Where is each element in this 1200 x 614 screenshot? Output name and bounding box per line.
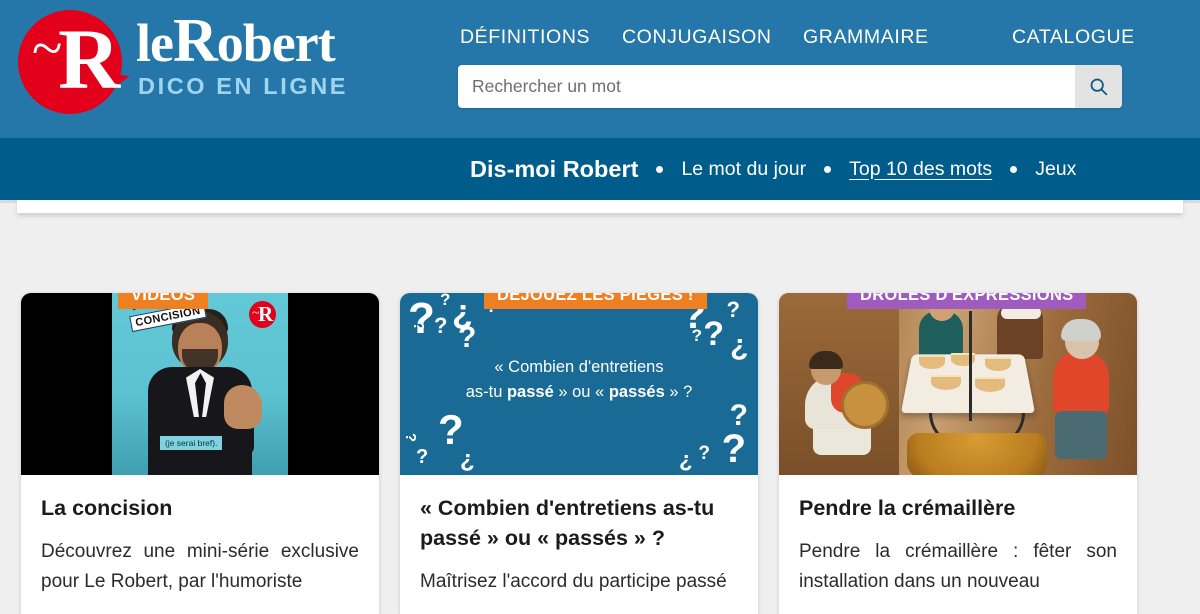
decorative-question-mark: ? bbox=[440, 293, 451, 309]
watermark-letter: R bbox=[258, 302, 274, 326]
decorative-question-mark: ? bbox=[698, 443, 710, 464]
decorative-question-mark: ? bbox=[460, 448, 475, 475]
card-description: Pendre la crémaillère : fêter son instal… bbox=[799, 541, 1117, 592]
search-icon bbox=[1088, 76, 1109, 97]
painting-bowl bbox=[919, 355, 945, 369]
painting-bowl bbox=[975, 377, 1005, 392]
painting-figure-right-hair bbox=[1061, 319, 1101, 341]
video-subtitle: (je serai bref). bbox=[160, 436, 223, 450]
site-logo[interactable]: ~ R leRobert DICO EN LIGNE bbox=[14, 4, 364, 124]
decorative-question-mark: ? bbox=[721, 427, 746, 471]
nav-item-conjugaison[interactable]: CONJUGAISON bbox=[622, 26, 772, 49]
search-input[interactable] bbox=[458, 65, 1075, 108]
card-media-video-thumbnail: Définition CONCISION (je serai bref). ~ … bbox=[21, 293, 379, 475]
card-dejouez-les-pieges[interactable]: DÉJOUEZ LES PIÈGES ! ? ? ? ? ? ? ? ? ? ?… bbox=[400, 293, 758, 614]
card-title[interactable]: La concision bbox=[41, 493, 359, 523]
nav-item-grammaire[interactable]: GRAMMAIRE bbox=[803, 26, 929, 49]
card-badge: DÉJOUEZ LES PIÈGES ! bbox=[484, 293, 707, 309]
site-header: ~ R leRobert DICO EN LIGNE DÉFINITIONS C… bbox=[0, 0, 1200, 138]
card-videos[interactable]: VIDÉOS Définition CONCISION (je serai br… bbox=[21, 293, 379, 614]
content-shelf bbox=[17, 200, 1183, 213]
media-caption-line-2: as-tu passé » ou « passés » ? bbox=[426, 380, 732, 405]
search-bar bbox=[458, 65, 1122, 108]
subnav-title[interactable]: Dis-moi Robert bbox=[470, 156, 638, 183]
logo-wordmark: leRobert DICO EN LIGNE bbox=[136, 7, 366, 99]
painting-pot-hook bbox=[969, 311, 972, 421]
subnav-item-jeux[interactable]: Jeux bbox=[1035, 158, 1076, 181]
painting-figure-left-hair bbox=[809, 351, 843, 369]
media-caption-line-1: « Combien d'entretiens bbox=[494, 358, 664, 376]
painting-cauldron bbox=[907, 433, 1047, 475]
card-body: Pendre la crémaillère Pendre la crémaill… bbox=[779, 475, 1137, 597]
nav-item-catalogue[interactable]: CATALOGUE bbox=[1012, 26, 1135, 49]
separator-dot bbox=[656, 165, 664, 173]
separator-dot bbox=[1010, 165, 1018, 173]
card-badge: DRÔLES D'EXPRESSIONS bbox=[847, 293, 1087, 309]
card-grid: VIDÉOS Définition CONCISION (je serai br… bbox=[21, 293, 1181, 614]
painting-figure-right-legs bbox=[1055, 411, 1107, 459]
logo-brand-tagline: DICO EN LIGNE bbox=[138, 73, 349, 99]
decorative-question-mark: ? bbox=[703, 315, 724, 353]
robert-watermark-icon: ~ R bbox=[249, 301, 276, 328]
caption-part-e: » ? bbox=[664, 383, 693, 401]
painting-figure-right-torso bbox=[1053, 351, 1109, 415]
card-droles-d-expressions[interactable]: DRÔLES D'EXPRESSIONS Pendre la crémaillè… bbox=[779, 293, 1137, 614]
card-description: Découvrez une mini-série exclusive pour … bbox=[41, 541, 359, 592]
card-media-question-marks: ? ? ? ? ? ? ? ? ? ? ? ? ? ? ? ? ? ? ? ? bbox=[400, 293, 758, 475]
card-badge: VIDÉOS bbox=[118, 293, 209, 309]
painting-drum bbox=[841, 381, 889, 429]
separator-dot bbox=[824, 165, 832, 173]
decorative-question-mark: ? bbox=[416, 446, 429, 468]
caption-part-b: passé bbox=[506, 383, 554, 401]
logo-letter-r: R bbox=[58, 11, 120, 107]
decorative-question-mark: ? bbox=[678, 450, 692, 475]
card-description: Maîtrisez l'accord du participe passé bbox=[420, 571, 727, 592]
painting-bowl bbox=[931, 375, 961, 390]
decorative-question-mark: ? bbox=[726, 297, 740, 322]
subnav-item-mot-du-jour[interactable]: Le mot du jour bbox=[681, 158, 806, 181]
logo-brand-name: leRobert bbox=[136, 7, 336, 75]
person-hand bbox=[224, 385, 262, 429]
card-body: La concision Découvrez une mini-série ex… bbox=[21, 475, 379, 597]
decorative-question-mark: ? bbox=[458, 321, 477, 354]
painting-bowl bbox=[985, 357, 1011, 371]
caption-part-d: passés bbox=[608, 383, 665, 401]
decorative-question-mark: ? bbox=[438, 406, 464, 453]
decorative-question-mark: ? bbox=[434, 313, 448, 338]
secondary-navigation: Dis-moi Robert Le mot du jour Top 10 des… bbox=[0, 138, 1200, 200]
card-media-painting bbox=[779, 293, 1137, 475]
caption-part-c: » ou « bbox=[553, 383, 609, 401]
video-frame: Définition CONCISION (je serai bref). ~ … bbox=[112, 293, 288, 475]
decorative-question-mark: ? bbox=[402, 432, 420, 443]
media-caption: « Combien d'entretiens as-tu passé » ou … bbox=[400, 355, 758, 405]
decorative-question-mark: ? bbox=[408, 294, 435, 343]
nav-item-definitions[interactable]: DÉFINITIONS bbox=[460, 26, 590, 49]
search-submit-button[interactable] bbox=[1075, 65, 1122, 108]
primary-navigation: DÉFINITIONS CONJUGAISON GRAMMAIRE CATALO… bbox=[450, 12, 1150, 54]
card-body: « Combien d'entretiens as-tu passé » ou … bbox=[400, 475, 758, 597]
decorative-question-mark: ? bbox=[691, 326, 702, 345]
page-root: ~ R leRobert DICO EN LIGNE DÉFINITIONS C… bbox=[0, 0, 1200, 614]
caption-part-a: as-tu bbox=[465, 383, 507, 401]
subnav-item-top-10[interactable]: Top 10 des mots bbox=[849, 158, 992, 181]
card-title[interactable]: Pendre la crémaillère bbox=[799, 493, 1117, 523]
decorative-question-mark: ? bbox=[410, 321, 428, 332]
card-title[interactable]: « Combien d'entretiens as-tu passé » ou … bbox=[420, 493, 738, 553]
